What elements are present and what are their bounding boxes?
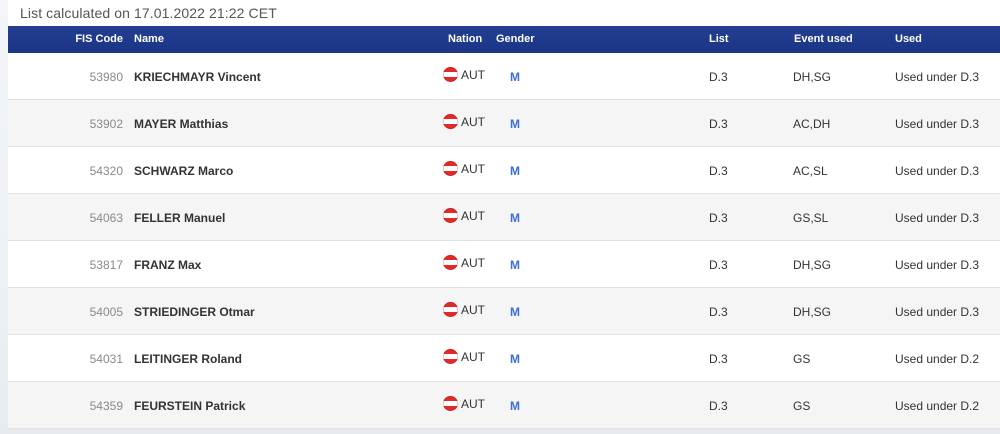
list-cell: D.3 xyxy=(709,117,728,131)
event-used-cell: DH,SG xyxy=(793,258,832,272)
header-fis-code[interactable]: FIS Code xyxy=(75,33,123,45)
list-cell: D.3 xyxy=(709,211,728,225)
austria-flag-icon xyxy=(443,114,458,129)
nation-code: AUT xyxy=(461,161,485,176)
used-cell: Used under D.3 xyxy=(895,164,980,178)
table-row[interactable]: 54063 FELLER Manuel AUT M D.3 GS,SL Used under… xyxy=(8,194,1000,241)
gender-cell: M xyxy=(510,211,520,225)
nation-cell: AUT xyxy=(443,396,485,411)
austria-flag-icon xyxy=(443,349,458,364)
list-cell: D.3 xyxy=(709,164,728,178)
used-cell: Used under D.3 xyxy=(895,258,980,272)
list-calculated-info: List calculated on 17.01.2022 21:22 CET xyxy=(20,5,277,21)
fis-code-cell: 54063 xyxy=(89,211,123,225)
list-cell: D.3 xyxy=(709,352,728,366)
nation-cell: AUT xyxy=(443,349,485,364)
nation-code: AUT xyxy=(461,114,485,129)
used-cell: Used under D.3 xyxy=(895,70,980,84)
nation-cell: AUT xyxy=(443,208,485,223)
list-cell: D.3 xyxy=(709,70,728,84)
event-used-cell: AC,SL xyxy=(793,164,828,178)
athlete-name-link[interactable]: STRIEDINGER Otmar xyxy=(134,305,255,319)
used-cell: Used under D.3 xyxy=(895,211,980,225)
event-used-cell: DH,SG xyxy=(793,305,832,319)
table-row[interactable]: 53817 FRANZ Max AUT M D.3 DH,SG Used under D.3 xyxy=(8,241,1000,288)
nation-cell: AUT xyxy=(443,114,485,129)
fis-code-cell: 53980 xyxy=(89,70,123,84)
table-row[interactable]: 54005 STRIEDINGER Otmar AUT M D.3 DH,SG Used u… xyxy=(8,288,1000,335)
gender-cell: M xyxy=(510,305,520,319)
table-header: FIS Code Name Nation Gender List Event u… xyxy=(8,26,1000,53)
austria-flag-icon xyxy=(443,255,458,270)
nation-code: AUT xyxy=(461,208,485,223)
table-row[interactable]: 54320 SCHWARZ Marco AUT M D.3 AC,SL Used under… xyxy=(8,147,1000,194)
list-cell: D.3 xyxy=(709,399,728,413)
used-cell: Used under D.2 xyxy=(895,399,980,413)
gender-cell: M xyxy=(510,70,520,84)
used-cell: Used under D.3 xyxy=(895,117,980,131)
athlete-name-link[interactable]: SCHWARZ Marco xyxy=(134,164,233,178)
nation-cell: AUT xyxy=(443,67,485,82)
fis-code-cell: 53817 xyxy=(89,258,123,272)
gender-cell: M xyxy=(510,352,520,366)
fis-code-cell: 54031 xyxy=(89,352,123,366)
header-gender[interactable]: Gender xyxy=(496,33,535,45)
nation-code: AUT xyxy=(461,255,485,270)
event-used-cell: GS xyxy=(793,352,811,366)
results-panel: List calculated on 17.01.2022 21:22 CET … xyxy=(8,0,1000,429)
gender-cell: M xyxy=(510,117,520,131)
athlete-name-link[interactable]: LEITINGER Roland xyxy=(134,352,242,366)
athlete-name-link[interactable]: FRANZ Max xyxy=(134,258,201,272)
nation-cell: AUT xyxy=(443,161,485,176)
table-row[interactable]: 53902 MAYER Matthias AUT M D.3 AC,DH Used unde… xyxy=(8,100,1000,147)
austria-flag-icon xyxy=(443,67,458,82)
austria-flag-icon xyxy=(443,396,458,411)
gender-cell: M xyxy=(510,258,520,272)
event-used-cell: DH,SG xyxy=(793,70,832,84)
nation-cell: AUT xyxy=(443,255,485,270)
fis-code-cell: 54320 xyxy=(89,164,123,178)
header-event-used[interactable]: Event used xyxy=(794,33,853,45)
table-row[interactable]: 54359 FEURSTEIN Patrick AUT M D.3 GS Used unde… xyxy=(8,382,1000,429)
header-name[interactable]: Name xyxy=(134,33,164,45)
list-cell: D.3 xyxy=(709,305,728,319)
austria-flag-icon xyxy=(443,208,458,223)
athlete-table-body: 53980 KRIECHMAYR Vincent AUT M D.3 DH,SG Used … xyxy=(8,53,1000,429)
athlete-name-link[interactable]: MAYER Matthias xyxy=(134,117,228,131)
list-cell: D.3 xyxy=(709,258,728,272)
athlete-name-link[interactable]: KRIECHMAYR Vincent xyxy=(134,70,261,84)
table-row[interactable]: 53980 KRIECHMAYR Vincent AUT M D.3 DH,SG Used … xyxy=(8,53,1000,100)
nation-code: AUT xyxy=(461,67,485,82)
nation-code: AUT xyxy=(461,302,485,317)
header-used[interactable]: Used xyxy=(895,33,922,45)
gender-cell: M xyxy=(510,164,520,178)
athlete-name-link[interactable]: FELLER Manuel xyxy=(134,211,225,225)
used-cell: Used under D.2 xyxy=(895,352,980,366)
nation-code: AUT xyxy=(461,349,485,364)
athlete-name-link[interactable]: FEURSTEIN Patrick xyxy=(134,399,245,413)
gender-cell: M xyxy=(510,399,520,413)
nation-code: AUT xyxy=(461,396,485,411)
event-used-cell: GS xyxy=(793,399,811,413)
fis-code-cell: 54005 xyxy=(89,305,123,319)
header-nation[interactable]: Nation xyxy=(448,33,482,45)
header-list[interactable]: List xyxy=(709,33,729,45)
used-cell: Used under D.3 xyxy=(895,305,980,319)
nation-cell: AUT xyxy=(443,302,485,317)
table-row[interactable]: 54031 LEITINGER Roland AUT M D.3 GS Used under… xyxy=(8,335,1000,382)
event-used-cell: GS,SL xyxy=(793,211,829,225)
austria-flag-icon xyxy=(443,302,458,317)
event-used-cell: AC,DH xyxy=(793,117,831,131)
austria-flag-icon xyxy=(443,161,458,176)
fis-code-cell: 53902 xyxy=(89,117,123,131)
fis-code-cell: 54359 xyxy=(89,399,123,413)
